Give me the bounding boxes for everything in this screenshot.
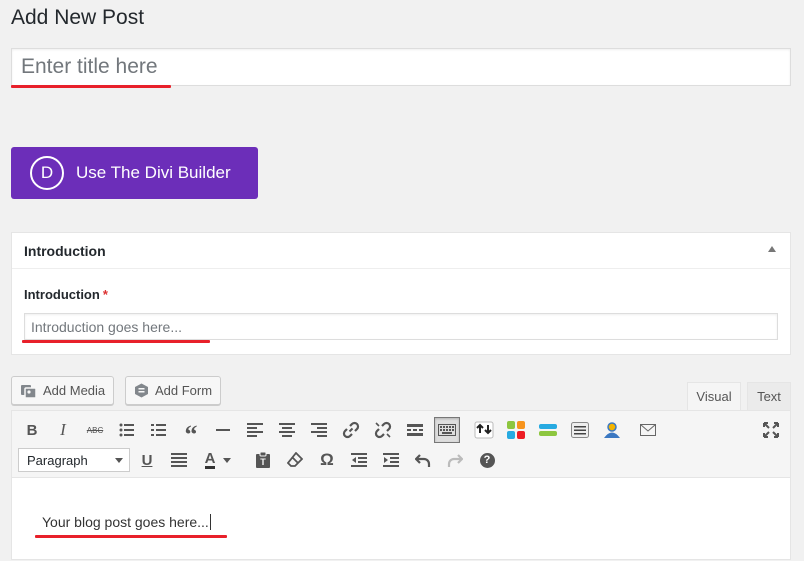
required-marker: *: [102, 287, 108, 302]
introduction-field-label: Introduction *: [24, 287, 108, 302]
add-form-label: Add Form: [155, 383, 213, 398]
svg-text:T: T: [260, 457, 266, 467]
strikethrough-icon[interactable]: ABC: [82, 417, 108, 443]
email-icon[interactable]: [635, 417, 661, 443]
tab-visual[interactable]: Visual: [687, 382, 741, 410]
indent-icon[interactable]: [378, 447, 404, 473]
toolbar-toggle-icon[interactable]: [434, 417, 460, 443]
color-blocks-icon[interactable]: [503, 417, 529, 443]
align-center-icon[interactable]: [274, 417, 300, 443]
table-icon[interactable]: [567, 417, 593, 443]
tab-text[interactable]: Text: [747, 382, 791, 410]
add-form-button[interactable]: Add Form: [125, 376, 222, 405]
format-select-value: Paragraph: [27, 452, 88, 468]
collapse-arrow-icon[interactable]: [768, 246, 776, 252]
introduction-metabox: Introduction Introduction *: [11, 232, 791, 355]
editor-content-text: Your blog post goes here...: [42, 514, 209, 530]
text-cursor: [209, 514, 211, 530]
content-highlight-underline: [35, 535, 227, 538]
user-icon[interactable]: [599, 417, 625, 443]
align-left-icon[interactable]: [242, 417, 268, 443]
unlink-icon[interactable]: [370, 417, 396, 443]
link-icon[interactable]: [338, 417, 364, 443]
shortcode-icon[interactable]: [471, 417, 497, 443]
page-title: Add New Post: [11, 6, 145, 29]
metabox-title: Introduction: [24, 242, 106, 259]
read-more-icon[interactable]: [402, 417, 428, 443]
add-media-label: Add Media: [43, 383, 106, 398]
clear-formatting-icon[interactable]: [282, 447, 308, 473]
paste-text-icon[interactable]: T: [250, 447, 276, 473]
intro-highlight-underline: [22, 340, 210, 343]
add-media-button[interactable]: Add Media: [11, 376, 115, 405]
editor-toolbar: B I ABC “ Paragraph U A T Ω ?: [12, 411, 790, 478]
justify-icon[interactable]: [166, 447, 192, 473]
paragraph-format-select[interactable]: Paragraph: [18, 448, 130, 472]
help-icon[interactable]: ?: [474, 447, 500, 473]
numbered-list-icon[interactable]: [146, 417, 172, 443]
bullet-list-icon[interactable]: [114, 417, 140, 443]
chevron-down-icon: [115, 458, 123, 463]
editor-content-area[interactable]: Your blog post goes here...: [12, 479, 790, 561]
post-title-field[interactable]: [11, 48, 791, 86]
fullscreen-icon[interactable]: [758, 417, 784, 443]
redo-icon[interactable]: [442, 447, 468, 473]
form-icon: [134, 383, 149, 398]
introduction-input[interactable]: [24, 313, 778, 340]
layers-icon[interactable]: [535, 417, 561, 443]
special-character-icon[interactable]: Ω: [314, 447, 340, 473]
text-color-dropdown-icon[interactable]: [223, 457, 232, 463]
bold-icon[interactable]: B: [19, 417, 45, 443]
title-highlight-underline: [11, 85, 171, 88]
divi-button-label: Use The Divi Builder: [76, 163, 231, 182]
metabox-header[interactable]: Introduction: [12, 233, 790, 269]
media-icon: [20, 383, 37, 399]
divi-logo-icon: D: [30, 156, 64, 190]
undo-icon[interactable]: [410, 447, 436, 473]
align-right-icon[interactable]: [306, 417, 332, 443]
help-glyph: ?: [479, 452, 495, 468]
text-color-glyph: A: [204, 449, 216, 469]
text-color-icon[interactable]: A: [198, 447, 238, 473]
horizontal-line-icon[interactable]: [210, 417, 236, 443]
italic-icon[interactable]: I: [50, 417, 76, 443]
field-label-text: Introduction: [24, 287, 100, 302]
outdent-icon[interactable]: [346, 447, 372, 473]
use-divi-builder-button[interactable]: D Use The Divi Builder: [11, 147, 258, 199]
post-title-input[interactable]: [12, 49, 790, 85]
underline-icon[interactable]: U: [134, 447, 160, 473]
blockquote-icon[interactable]: “: [178, 417, 204, 447]
